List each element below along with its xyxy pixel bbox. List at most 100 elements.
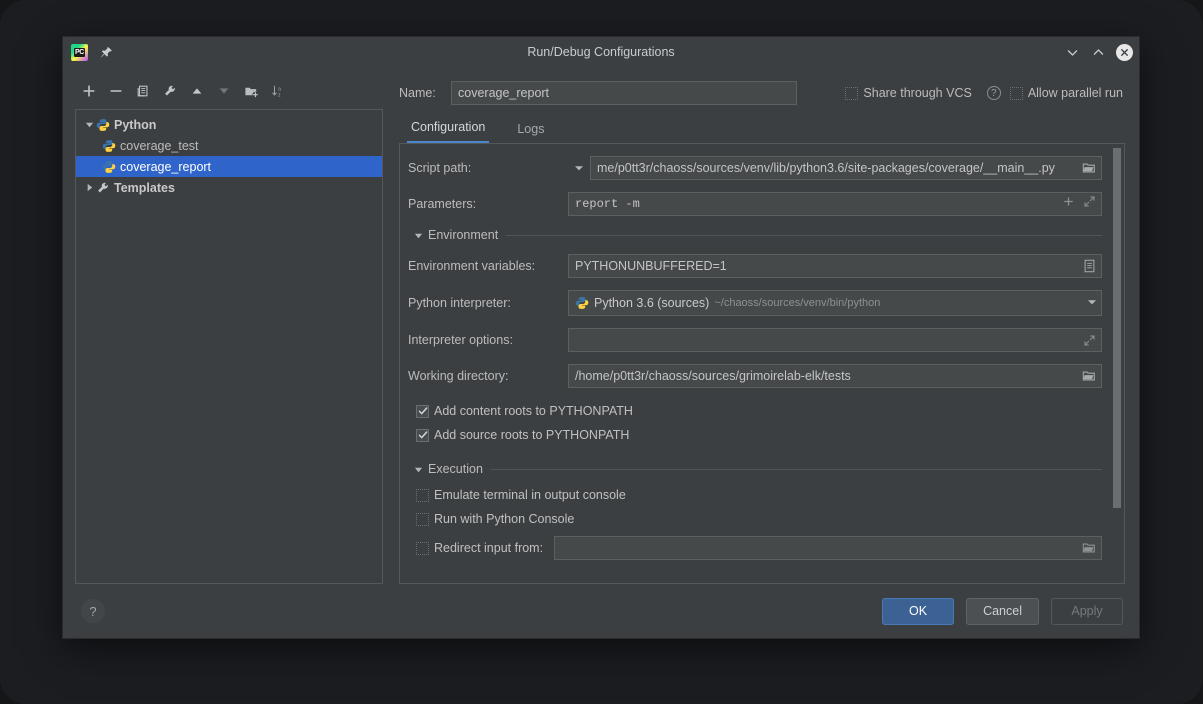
copy-icon[interactable] (135, 83, 151, 99)
checkbox-box[interactable] (416, 489, 429, 502)
minimize-button[interactable] (1064, 44, 1080, 60)
add-source-roots-checkbox[interactable]: Add source roots to PYTHONPATH (416, 428, 1102, 442)
checkbox-box[interactable] (845, 87, 858, 100)
script-path-input[interactable]: me/p0tt3r/chaoss/sources/venv/lib/python… (590, 156, 1102, 180)
run-debug-configurations-dialog: PC Run/Debug Configurations (62, 36, 1140, 639)
browse-folder-icon[interactable] (1082, 364, 1096, 388)
tree-node-coverage-test[interactable]: coverage_test (76, 135, 382, 156)
apply-button: Apply (1051, 598, 1123, 625)
wrench-icon (96, 181, 110, 195)
script-path-label: Script path: (408, 161, 568, 175)
checkbox-box[interactable] (416, 429, 429, 442)
name-input[interactable]: coverage_report (451, 81, 797, 105)
ok-button[interactable]: OK (882, 598, 954, 625)
run-with-python-console-checkbox[interactable]: Run with Python Console (416, 512, 1102, 526)
add-source-roots-label: Add source roots to PYTHONPATH (434, 428, 629, 442)
tree-node-label: Python (114, 118, 156, 132)
section-divider (506, 235, 1102, 236)
interpreter-options-input[interactable] (568, 328, 1102, 352)
configurations-pane: az Python coverage_test (63, 71, 389, 584)
share-through-vcs-checkbox[interactable]: Share through VCS (845, 86, 971, 100)
minus-icon[interactable] (108, 83, 124, 99)
interpreter-path: ~/chaoss/sources/venv/bin/python (714, 297, 880, 309)
name-row: Name: coverage_report Share through VCS … (399, 81, 1125, 105)
allow-parallel-run-checkbox[interactable]: Allow parallel run (1010, 86, 1123, 100)
edit-env-vars-icon[interactable] (1083, 254, 1096, 278)
plus-icon[interactable] (81, 83, 97, 99)
expand-editor-icon[interactable] (1083, 195, 1096, 213)
emulate-terminal-checkbox[interactable]: Emulate terminal in output console (416, 488, 1102, 502)
parameters-label: Parameters: (408, 197, 568, 211)
folder-add-icon[interactable] (243, 83, 259, 99)
tree-node-coverage-report[interactable]: coverage_report (76, 156, 382, 177)
editor-tabs: Configuration Logs (399, 113, 1125, 143)
script-path-row: Script path: me/p0tt3r/chaoss/sources/ve… (408, 156, 1102, 180)
checkbox-box[interactable] (416, 405, 429, 418)
working-directory-field[interactable]: /home/p0tt3r/chaoss/sources/grimoirelab-… (568, 364, 1102, 388)
add-content-roots-checkbox[interactable]: Add content roots to PYTHONPATH (416, 404, 1102, 418)
browse-folder-icon[interactable] (1082, 156, 1096, 180)
add-content-roots-label: Add content roots to PYTHONPATH (434, 404, 633, 418)
chevron-down-icon[interactable] (1087, 294, 1097, 312)
environment-variables-input[interactable]: PYTHONUNBUFFERED=1 (568, 254, 1102, 278)
script-path-field[interactable]: me/p0tt3r/chaoss/sources/venv/lib/python… (590, 156, 1102, 180)
working-directory-row: Working directory: /home/p0tt3r/chaoss/s… (408, 364, 1102, 388)
pin-icon[interactable] (99, 45, 113, 59)
section-collapse-icon[interactable] (410, 231, 426, 240)
redirect-input-row: Redirect input from: (416, 536, 1102, 560)
checkbox-box[interactable] (1010, 87, 1023, 100)
expand-editor-icon[interactable] (1083, 328, 1096, 352)
configuration-editor-pane: Name: coverage_report Share through VCS … (389, 71, 1139, 584)
python-icon (102, 139, 116, 153)
redirect-input-label: Redirect input from: (434, 541, 554, 555)
working-directory-label: Working directory: (408, 369, 568, 383)
help-button[interactable]: ? (81, 599, 105, 623)
interpreter-name: Python 3.6 (sources) (594, 296, 709, 310)
expand-triangle-icon[interactable] (82, 120, 96, 129)
section-collapse-icon[interactable] (410, 465, 426, 474)
python-interpreter-select[interactable]: Python 3.6 (sources) ~/chaoss/sources/ve… (568, 290, 1102, 316)
parameters-input[interactable]: report -m (568, 192, 1102, 216)
parameters-row: Parameters: report -m (408, 192, 1102, 216)
run-with-python-console-label: Run with Python Console (434, 512, 574, 526)
configurations-toolbar: az (75, 79, 383, 103)
interpreter-options-field[interactable] (568, 328, 1102, 352)
execution-section-title: Execution (428, 462, 483, 476)
python-interpreter-row: Python interpreter: Python 3.6 (sources)… (408, 290, 1102, 316)
wrench-icon[interactable] (162, 83, 178, 99)
allow-parallel-run-label: Allow parallel run (1028, 86, 1123, 100)
redirect-input-field[interactable] (554, 536, 1102, 560)
script-path-dropdown-icon[interactable] (568, 163, 590, 173)
collapse-triangle-icon[interactable] (82, 183, 96, 192)
working-directory-input[interactable]: /home/p0tt3r/chaoss/sources/grimoirelab-… (568, 364, 1102, 388)
tab-logs[interactable]: Logs (513, 122, 548, 143)
environment-section-header: Environment (410, 228, 1102, 242)
configurations-tree[interactable]: Python coverage_test coverage_report (75, 109, 383, 584)
environment-variables-field[interactable]: PYTHONUNBUFFERED=1 (568, 254, 1102, 278)
interpreter-options-row: Interpreter options: (408, 328, 1102, 352)
redirect-input-input[interactable] (554, 536, 1102, 560)
help-icon[interactable]: ? (987, 86, 1001, 100)
cancel-button[interactable]: Cancel (966, 598, 1039, 625)
close-button[interactable] (1116, 44, 1133, 61)
svg-text:z: z (278, 92, 281, 98)
python-icon (102, 160, 116, 174)
insert-macro-icon[interactable] (1062, 195, 1075, 213)
tree-node-label: coverage_test (120, 139, 199, 153)
tree-node-templates[interactable]: Templates (76, 177, 382, 198)
python-icon (575, 296, 589, 310)
arrow-up-icon[interactable] (189, 83, 205, 99)
browse-folder-icon[interactable] (1082, 536, 1096, 560)
tab-configuration[interactable]: Configuration (407, 120, 489, 143)
checkbox-box[interactable] (416, 513, 429, 526)
tree-node-python[interactable]: Python (76, 114, 382, 135)
sort-az-icon[interactable]: az (270, 83, 286, 99)
environment-variables-label: Environment variables: (408, 259, 568, 273)
form-scrollbar[interactable] (1113, 148, 1121, 508)
arrow-down-icon[interactable] (216, 83, 232, 99)
pycharm-logo-text: PC (74, 48, 85, 57)
maximize-button[interactable] (1090, 44, 1106, 60)
parameters-field[interactable]: report -m (568, 192, 1102, 216)
interpreter-options-label: Interpreter options: (408, 333, 568, 347)
redirect-input-checkbox[interactable] (416, 542, 429, 555)
